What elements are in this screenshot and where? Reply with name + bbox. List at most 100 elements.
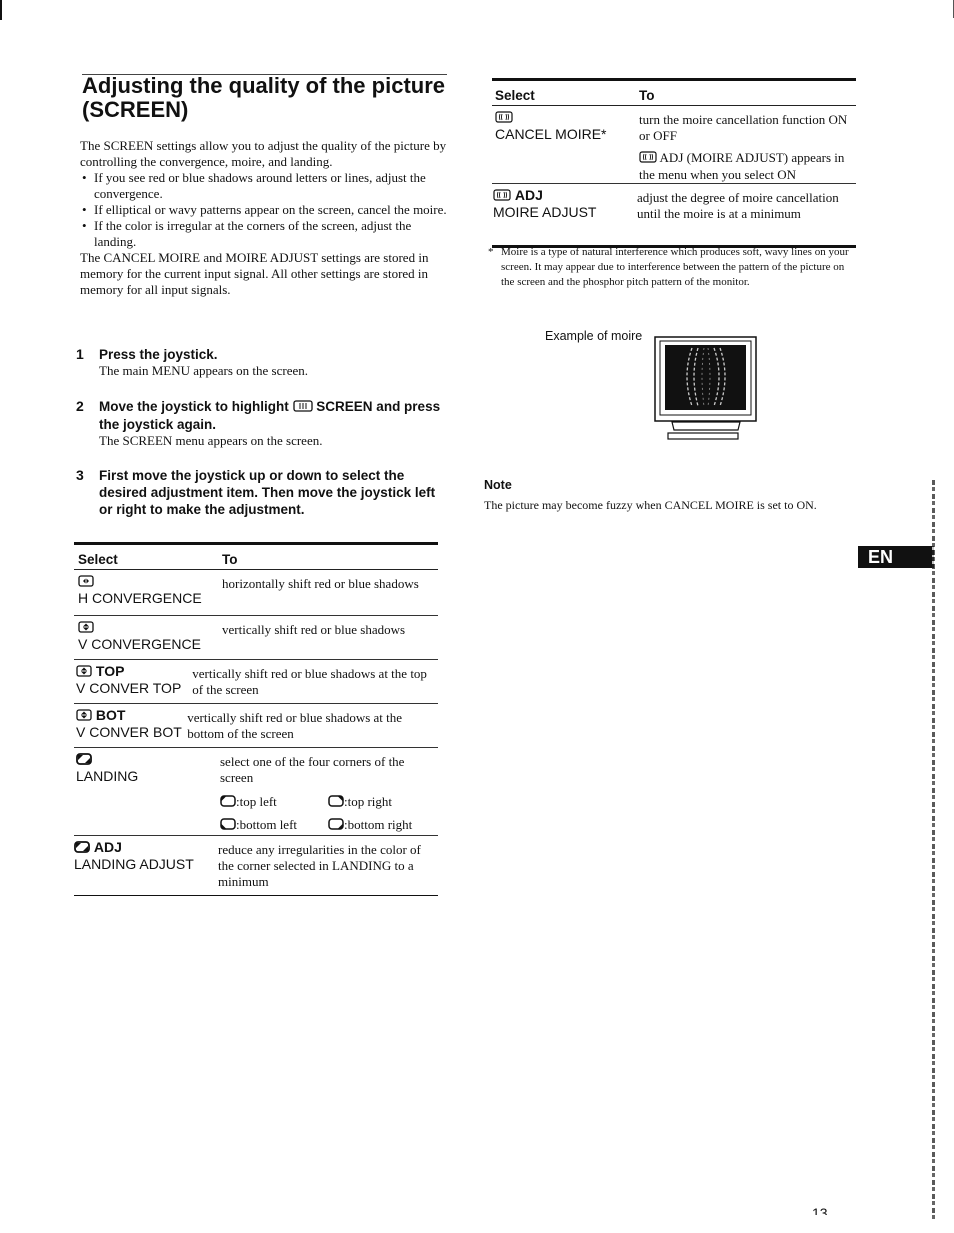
language-tab: EN [858,546,934,568]
table-header: Select To [74,545,438,570]
footnote-marker: * [488,246,494,258]
table-row: BOT V CONVER BOT vertically shift red or… [74,704,438,748]
moire-settings-table: Select To CANCEL MOIRE* turn the moire c… [492,78,856,248]
bullet-item: If you see red or blue shadows around le… [82,170,450,202]
corner-top-right-icon [328,795,344,811]
intro-section: The SCREEN settings allow you to adjust … [80,138,450,298]
col-header-select: Select [78,552,118,567]
setting-name: V CONVER TOP [76,680,182,697]
page-title: Adjusting the quality of the picture (SC… [82,73,445,122]
v-convergence-icon [76,708,92,724]
step-description: The main MENU appears on the screen. [99,363,309,378]
corner-option: :top right [328,794,438,811]
to-cell: vertically shift red or blue shadows [222,622,406,637]
setting-name: V CONVER BOT [76,724,182,741]
bullet-item: If elliptical or wavy patterns appear on… [82,202,450,218]
to-cell: horizontally shift red or blue shadows [222,576,419,591]
table-row: CANCEL MOIRE* turn the moire cancellatio… [492,106,856,184]
footnote: * Moire is a type of natural interferenc… [488,245,853,290]
step-2: 2 Move the joystick to highlight SCREEN … [76,398,446,449]
col-header-to: To [222,552,238,567]
scan-edge-left [0,0,2,20]
corner-options: :top left :top right :bottom left :botto… [220,794,435,834]
v-convergence-icon [78,620,94,636]
scan-binding-edge [932,480,935,1220]
step-description: The SCREEN menu appears on the screen. [99,432,323,448]
to-cell: vertically shift red or blue shadows at … [192,666,427,697]
setting-name: MOIRE ADJUST [493,204,597,221]
step-number: 3 [76,467,84,483]
table-row: TOP V CONVER TOP vertically shift red or… [74,660,438,704]
step-heading: First move the joystick up or down to se… [99,468,436,517]
select-cell: BOT V CONVER BOT [74,707,187,743]
to-cell: select one of the four corners of the sc… [220,751,435,834]
note-text: The picture may become fuzzy when CANCEL… [484,498,817,512]
corner-label: :top right [344,794,393,809]
moire-icon [495,110,513,126]
table-row: V CONVERGENCE vertically shift red or bl… [74,616,438,660]
setting-tag: TOP [95,663,125,679]
moire-monitor-illustration [654,336,758,451]
to-cell: turn the moire cancellation function ON … [639,109,854,182]
col-header-to: To [639,88,655,103]
select-cell: ADJ MOIRE ADJUST [492,187,637,241]
corner-bottom-right-icon [328,818,344,834]
step-3: 3 First move the joystick up or down to … [76,467,446,518]
memory-note: The CANCEL MOIRE and MOIRE ADJUST settin… [80,250,429,297]
setting-tag: ADJ [93,839,122,855]
to-cell: reduce any irregularities in the color o… [218,842,421,889]
select-cell: CANCEL MOIRE* [492,109,639,179]
moire-icon [639,151,657,167]
step-heading: Press the joystick. [99,347,218,362]
to-cell: adjust the degree of moire cancellation … [637,190,839,221]
h-convergence-icon [78,574,94,590]
v-convergence-icon [76,664,92,680]
step-number: 1 [76,346,84,362]
corner-option: :bottom left [220,817,328,834]
setting-name: H CONVERGENCE [78,590,202,607]
table-row: H CONVERGENCE horizontally shift red or … [74,570,438,616]
select-cell: V CONVERGENCE [74,619,222,655]
corner-label: :top left [236,794,277,809]
corner-label: :bottom right [344,817,413,833]
note-heading: Note [484,478,512,492]
corner-top-left-icon [220,795,236,811]
step-number: 2 [76,398,84,414]
setting-tag: ADJ [514,187,543,203]
step-1: 1 Press the joystick. The main MENU appe… [76,346,446,379]
bullet-item: If the color is irregular at the corners… [82,218,450,250]
table-row: ADJ LANDING ADJUST reduce any irregulari… [74,836,438,896]
corner-label: :bottom left [236,817,298,833]
setting-name: LANDING ADJUST [74,856,194,873]
corner-bottom-left-icon [220,818,236,834]
landing-icon [74,840,90,856]
screen-menu-icon [292,399,313,416]
corner-option: :top left [220,794,328,811]
select-cell: TOP V CONVER TOP [74,663,192,699]
setting-name: LANDING [76,768,139,785]
landing-icon [76,752,92,768]
bullet-list: If you see red or blue shadows around le… [80,170,450,250]
step-heading: Move the joystick to highlight SCREEN an… [99,398,446,433]
setting-name: V CONVERGENCE [78,636,201,653]
to-text: turn the moire cancellation function ON … [639,112,848,143]
corner-option: :bottom right [328,817,438,834]
screen-settings-table: Select To H CONVERGENCE horizontally shi… [74,542,438,896]
page-number: 13 [812,1205,828,1215]
select-cell: LANDING [74,751,220,831]
col-header-select: Select [495,88,535,103]
table-row: LANDING select one of the four corners o… [74,748,438,836]
to-extra: ADJ (MOIRE ADJUST) appears in the menu w… [639,150,854,183]
table-row: ADJ MOIRE ADJUST adjust the degree of mo… [492,184,856,248]
footnote-text: Moire is a type of natural interference … [501,246,849,288]
table-header: Select To [492,81,856,106]
moire-icon [493,188,511,204]
setting-tag: BOT [95,707,126,723]
figure-caption: Example of moire [545,329,643,343]
select-cell: ADJ LANDING ADJUST [74,839,218,891]
to-extra-text: ADJ (MOIRE ADJUST) appears in the menu w… [639,150,845,183]
to-text: select one of the four corners of the sc… [220,754,405,785]
step-heading-pre: Move the joystick to highlight [99,399,289,414]
intro-paragraph: The SCREEN settings allow you to adjust … [80,138,447,169]
setting-name: CANCEL MOIRE* [495,126,607,143]
